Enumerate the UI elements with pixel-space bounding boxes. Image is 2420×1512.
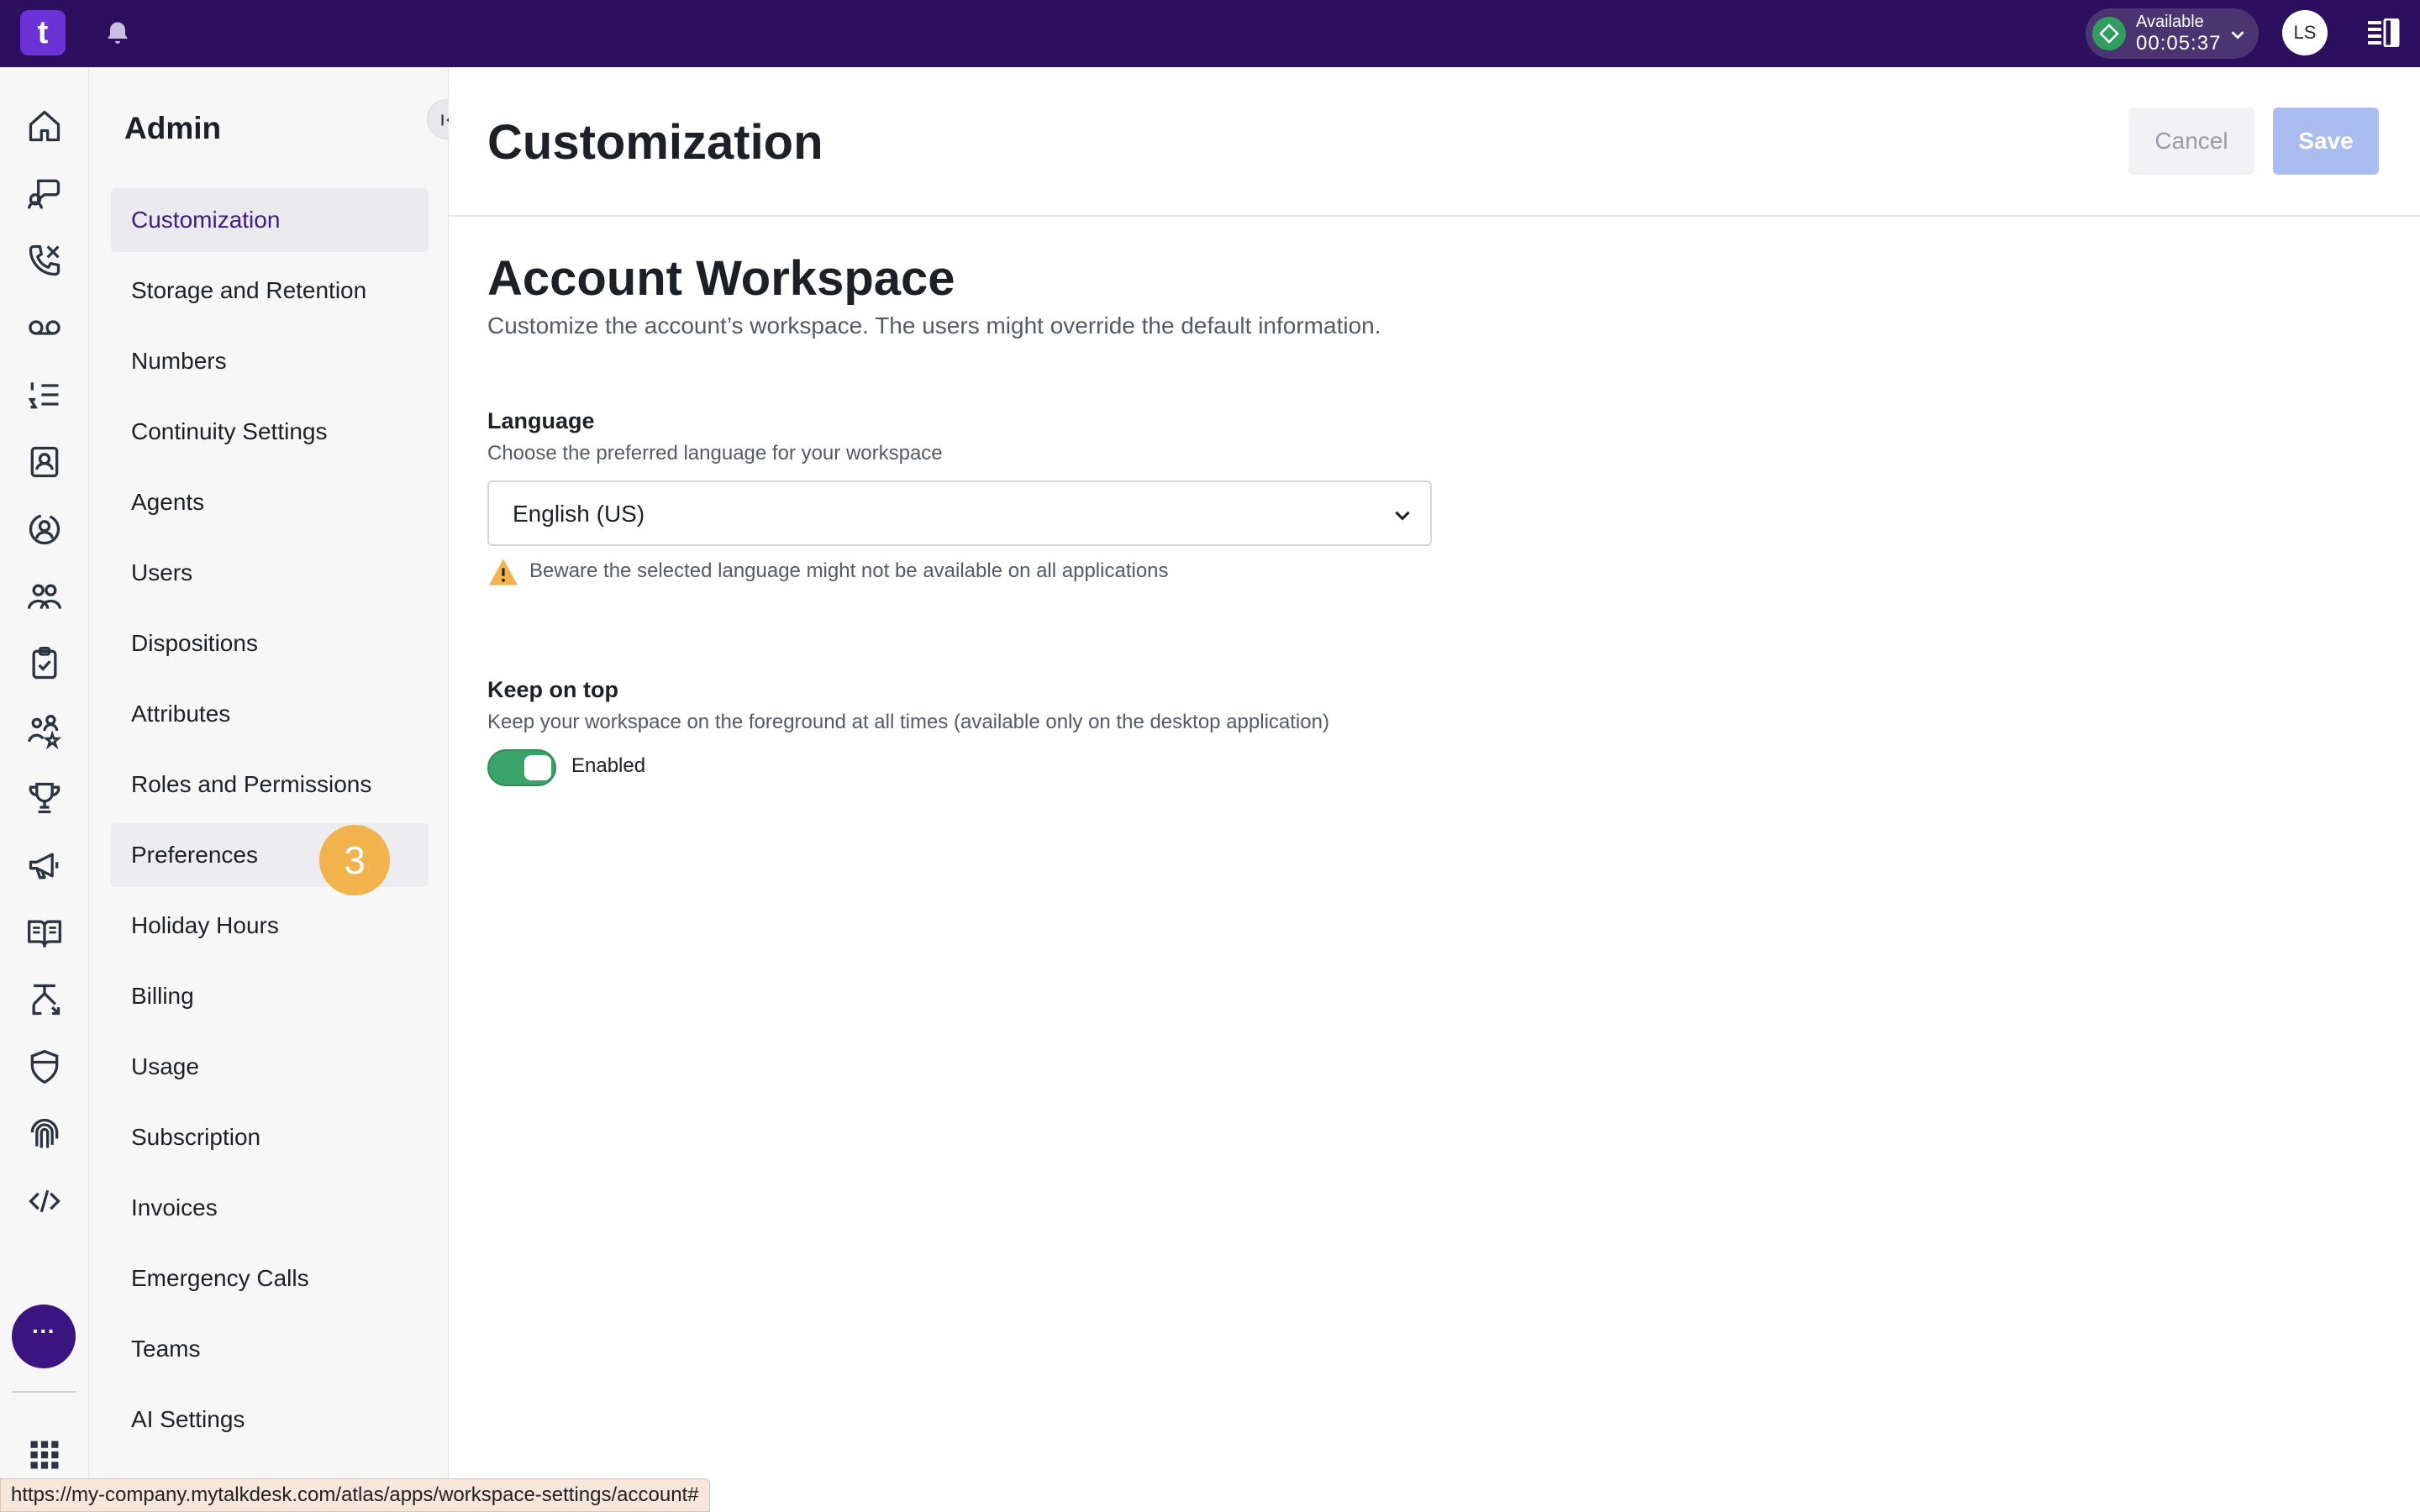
cancel-button[interactable]: Cancel [2128, 108, 2254, 175]
toggle-knob [524, 755, 551, 780]
user-avatar[interactable]: LS [2282, 10, 2328, 55]
available-status-icon [2092, 17, 2126, 50]
keep-on-top-toggle-label: Enabled [571, 754, 646, 777]
list-icon[interactable] [26, 376, 63, 413]
language-select[interactable]: English (US) [487, 480, 1432, 546]
sidebar-item-continuity-settings[interactable]: Continuity Settings [111, 400, 429, 464]
status-bar-url: https://my-company.mytalkdesk.com/atlas/… [0, 1478, 710, 1512]
apps-grid-icon[interactable] [26, 1436, 63, 1473]
more-apps-button[interactable]: ··· [12, 1305, 76, 1368]
voicemail-icon[interactable] [26, 309, 63, 346]
bell-icon[interactable] [103, 18, 133, 49]
sidebar-item-users[interactable]: Users [111, 541, 429, 605]
section-title: Account Workspace [487, 251, 955, 306]
save-button[interactable]: Save [2273, 108, 2379, 175]
status-label: Available [2136, 13, 2204, 31]
agent-icon[interactable] [26, 511, 63, 548]
warning-icon [487, 558, 519, 591]
contacts-icon[interactable] [26, 444, 63, 480]
sidebar-title: Admin [124, 111, 222, 145]
fingerprint-icon[interactable] [26, 1116, 63, 1152]
book-icon[interactable] [26, 914, 63, 951]
language-label: Language [487, 408, 595, 433]
phone-icon[interactable] [26, 242, 63, 279]
language-select-value: English (US) [513, 501, 645, 527]
sidebar-item-customization[interactable]: Customization [111, 188, 429, 252]
megaphone-icon[interactable] [26, 847, 63, 884]
sidebar-item-agents[interactable]: Agents [111, 470, 429, 534]
clipboard-icon[interactable] [26, 645, 63, 682]
routing-icon[interactable] [26, 981, 63, 1018]
app-icon-rail: ··· [0, 67, 89, 1512]
header-divider [449, 215, 2420, 217]
sidebar-item-ai-settings[interactable]: AI Settings [111, 1388, 429, 1452]
step-number-badge: 3 [319, 825, 390, 895]
sidebar-item-invoices[interactable]: Invoices [111, 1176, 429, 1240]
main-content: Customization Cancel Save Account Worksp… [449, 67, 2420, 1512]
sidebar-item-subscription[interactable]: Subscription [111, 1105, 429, 1169]
team-icon[interactable] [26, 578, 63, 615]
trophy-icon[interactable] [26, 780, 63, 816]
top-bar: t Available 00:05:37 LS [0, 0, 2420, 67]
section-description: Customize the account’s workspace. The u… [487, 312, 1381, 339]
sidebar-item-dispositions[interactable]: Dispositions [111, 612, 429, 675]
side-panel-icon[interactable] [2368, 18, 2400, 51]
sidebar-item-usage[interactable]: Usage [111, 1035, 429, 1099]
shield-icon[interactable] [26, 1048, 63, 1085]
chevron-down-icon [2228, 25, 2247, 48]
logo-text: t [37, 15, 49, 50]
chevron-down-icon [1392, 504, 1413, 530]
sidebar-item-attributes[interactable]: Attributes [111, 682, 429, 746]
sidebar-item-billing[interactable]: Billing [111, 964, 429, 1028]
language-help-text: Choose the preferred language for your w… [487, 442, 943, 465]
rail-divider [12, 1391, 76, 1393]
admin-sidebar: Admin Customization Storage and Retentio… [89, 67, 467, 1512]
warning-text: Beware the selected language might not b… [529, 559, 1169, 582]
sidebar-item-holiday-hours[interactable]: Holiday Hours [111, 894, 429, 958]
status-timer: 00:05:37 [2136, 32, 2222, 55]
sidebar-item-numbers[interactable]: Numbers [111, 329, 429, 393]
availability-status-dropdown[interactable]: Available 00:05:37 [2086, 8, 2259, 59]
sidebar-item-emergency-calls[interactable]: Emergency Calls [111, 1247, 429, 1310]
talkdesk-logo[interactable]: t [20, 10, 66, 55]
chat-icon[interactable] [26, 175, 63, 212]
people-star-icon[interactable] [26, 712, 63, 750]
code-icon[interactable] [26, 1183, 63, 1220]
sidebar-item-storage-and-retention[interactable]: Storage and Retention [111, 259, 429, 323]
keep-on-top-help-text: Keep your workspace on the foreground at… [487, 711, 1329, 733]
sidebar-item-teams[interactable]: Teams [111, 1317, 429, 1381]
page-title: Customization [487, 115, 823, 170]
sidebar-item-roles-and-permissions[interactable]: Roles and Permissions [111, 753, 429, 816]
keep-on-top-toggle[interactable] [487, 749, 556, 786]
keep-on-top-label: Keep on top [487, 677, 618, 702]
home-icon[interactable] [26, 108, 63, 144]
